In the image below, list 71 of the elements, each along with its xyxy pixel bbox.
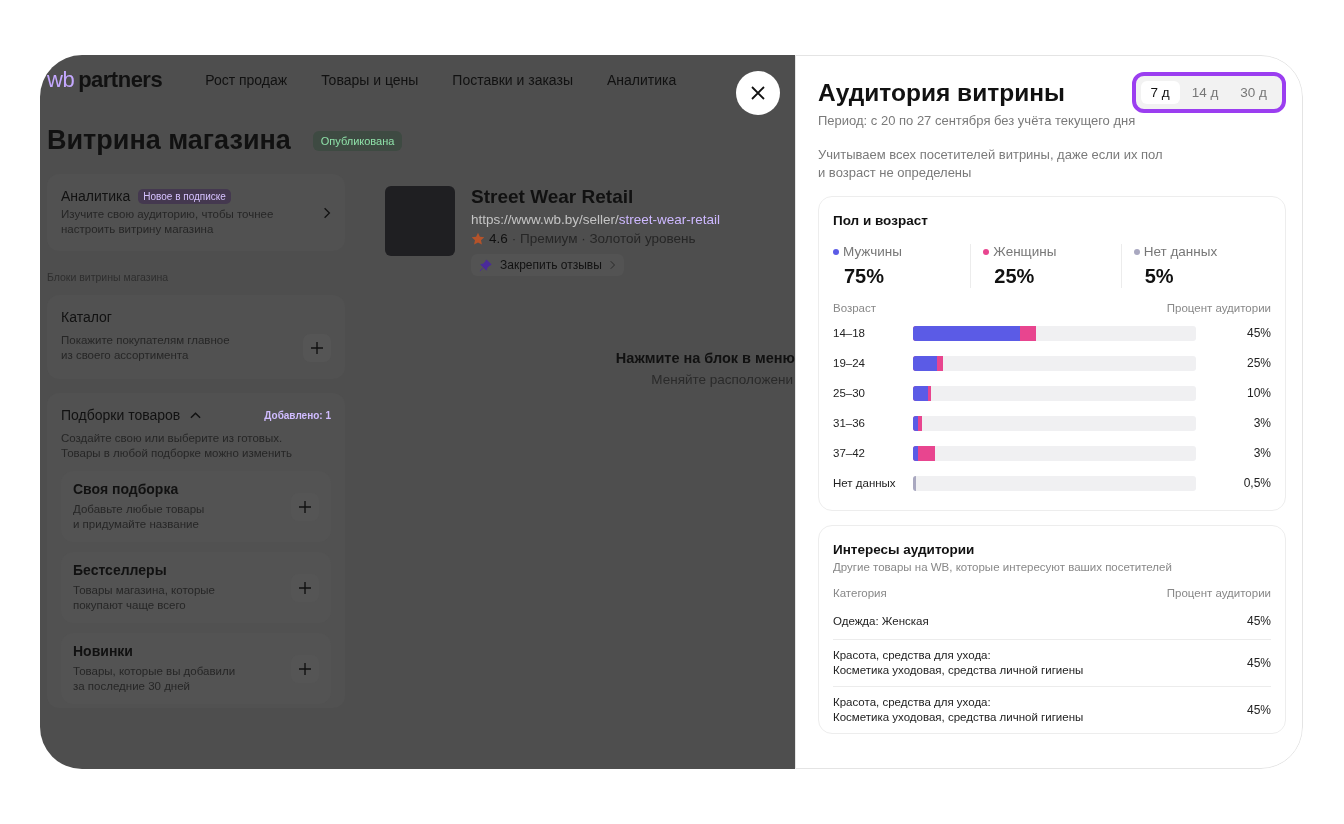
- legend-label: Мужчины: [843, 244, 902, 259]
- gender-share: 25%: [994, 265, 1036, 288]
- close-icon: [751, 86, 765, 100]
- store-url-link[interactable]: street-wear-retail: [618, 212, 721, 227]
- column-header: Процент аудитории: [1166, 302, 1271, 314]
- nav-link[interactable]: Поставки и заказы: [452, 72, 573, 88]
- card-title: Аналитика: [61, 188, 131, 204]
- age-label: 31–36: [833, 417, 866, 429]
- logo-mark[interactable]: wb: [47, 67, 75, 93]
- age-percent: 45%: [1245, 326, 1271, 340]
- period-tab[interactable]: 7 д: [1140, 81, 1180, 104]
- rating-value: 4.6: [489, 231, 508, 246]
- card-subtitle: Другие товары на WB, которые интересуют ваших посетителей: [833, 561, 1173, 573]
- gender-share: 75%: [844, 265, 886, 288]
- period-tab[interactable]: 14 д: [1181, 81, 1229, 104]
- category-cell: Красота, средства для ухода: Косметика уходовая, средства личной гигиены: [833, 695, 1084, 725]
- category-cell: Красота, средства для ухода: Косметика уходовая, средства личной гигиены: [833, 648, 1084, 678]
- panel-title: Аудитория витрины: [818, 78, 1065, 107]
- percent-cell: 45%: [1246, 656, 1271, 670]
- card-title: Каталог: [61, 309, 113, 325]
- age-label: 37–42: [833, 447, 866, 459]
- chevron-right-icon: [323, 206, 331, 219]
- caret-up-icon[interactable]: [190, 411, 202, 419]
- column-header: Процент аудитории: [1166, 587, 1271, 599]
- status-badge: Опубликована: [312, 130, 403, 151]
- nav-link[interactable]: Рост продаж: [205, 72, 288, 88]
- column-header: Категория: [833, 587, 887, 599]
- pin-reviews-button[interactable]: Закрепить отзывы: [471, 254, 624, 276]
- age-label: Нет данных: [833, 477, 897, 489]
- store-logo-placeholder: [385, 186, 455, 256]
- percent-cell: 45%: [1246, 614, 1271, 628]
- age-percent: 25%: [1245, 356, 1271, 370]
- age-label: 14–18: [833, 327, 866, 339]
- card-title: Бестселлеры: [73, 562, 168, 578]
- pin-icon: [479, 258, 492, 272]
- add-button[interactable]: [303, 334, 331, 362]
- column-header: Возраст: [833, 302, 877, 314]
- age-percent: 3%: [1252, 446, 1271, 460]
- logo-text[interactable]: partners: [78, 67, 163, 93]
- card-title: Новинки: [73, 643, 134, 659]
- age-percent: 3%: [1252, 416, 1271, 430]
- card-title: Своя подборка: [73, 481, 180, 497]
- category-cell: Одежда: Женская: [833, 613, 929, 629]
- plus-icon: [299, 581, 311, 594]
- age-percent: 0,5%: [1242, 476, 1271, 490]
- card-title: Интересы аудитории: [833, 542, 976, 557]
- legend-label: Нет данных: [1143, 244, 1218, 259]
- hint-title: Нажмите на блок в меню: [615, 350, 795, 366]
- nav-link[interactable]: Товары и цены: [321, 72, 419, 88]
- card-title: Пол и возраст: [833, 213, 929, 228]
- added-counter: Добавлено: 1: [264, 409, 331, 421]
- star-icon: [471, 231, 485, 246]
- age-percent: 10%: [1245, 386, 1271, 400]
- gender-share: 5%: [1144, 265, 1175, 288]
- period-tab[interactable]: 30 д: [1230, 81, 1277, 104]
- store-url: https://www.wb.by/seller/: [471, 212, 619, 227]
- plus-icon: [299, 662, 311, 675]
- percent-cell: 45%: [1246, 703, 1271, 717]
- nav-link[interactable]: Аналитика: [607, 72, 677, 88]
- period-note: Период: с 20 по 27 сентября без учёта текущего дня: [818, 113, 1137, 128]
- page-title: Витрина магазина: [47, 125, 291, 156]
- legend-label: Женщины: [993, 244, 1057, 259]
- store-name: Street Wear Retail: [471, 186, 635, 208]
- audience-note: Учитываем всех посетителей витрины, даже если их пол и возраст не определены: [818, 146, 1164, 182]
- card-title: Подборки товаров: [61, 407, 181, 423]
- plus-icon: [311, 342, 323, 354]
- age-label: 19–24: [833, 357, 866, 369]
- plus-icon: [299, 500, 311, 513]
- age-label: 25–30: [833, 387, 866, 399]
- close-button[interactable]: [736, 71, 780, 115]
- new-badge: Новое в подписке: [138, 188, 231, 204]
